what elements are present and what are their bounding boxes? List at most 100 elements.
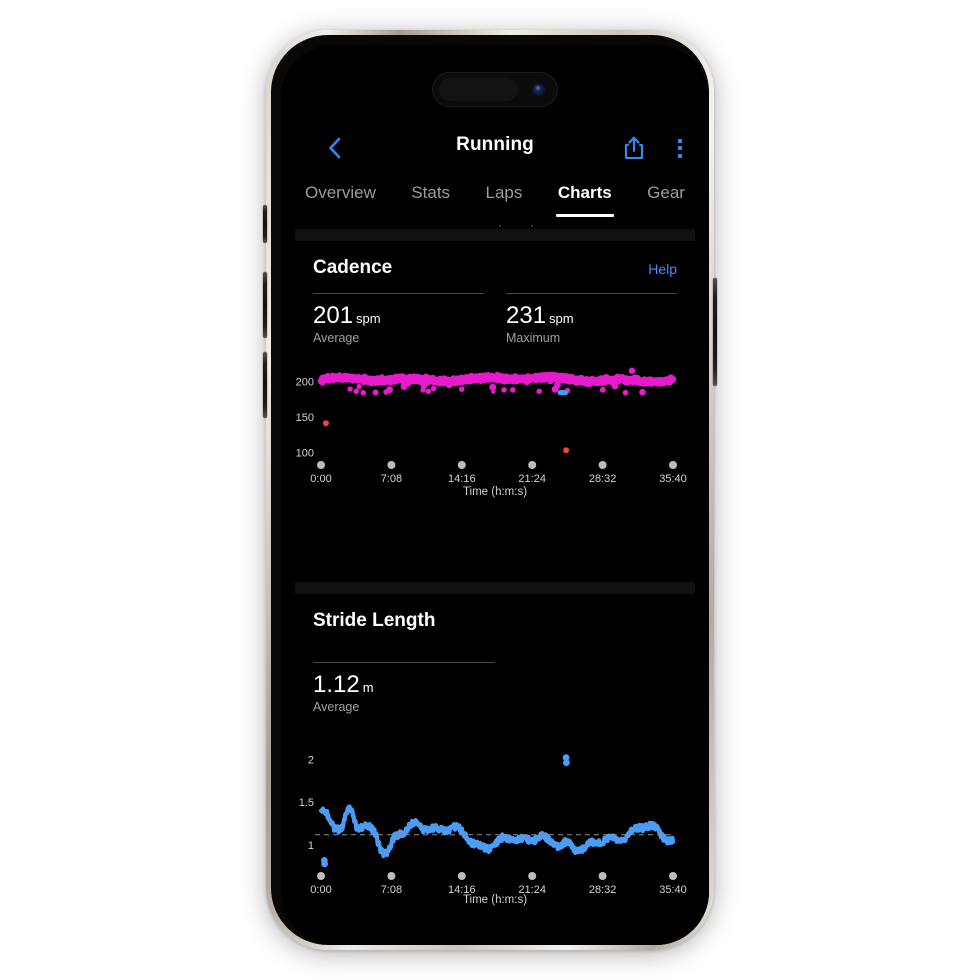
dynamic-island <box>432 72 558 107</box>
cadence-points <box>318 367 677 454</box>
y-axis-tick-label: 100 <box>296 448 314 460</box>
data-point-outlier <box>430 385 437 392</box>
y-axis-tick-label: 150 <box>296 412 314 424</box>
more-dot <box>678 146 682 150</box>
cadence-stats: 201 spm Average 231 spm Maximum <box>281 293 709 345</box>
tab-overview[interactable]: Overview <box>303 178 378 203</box>
data-point <box>356 384 362 390</box>
cadence-help-link[interactable]: Help <box>648 261 677 277</box>
x-axis-tick <box>387 461 396 470</box>
stride-length-x-axis-title: Time (h:m:s) <box>462 894 528 907</box>
data-point-outlier <box>501 387 507 393</box>
x-axis-tick <box>387 872 396 881</box>
stride-length-chart[interactable]: 2 1.5 1 0:00 7:08 14:16 21:24 28:32 35:40 Time (… <box>281 728 709 918</box>
action-button[interactable] <box>263 205 267 243</box>
section-stride-length: Stride Length 1.12 m Average 2 1.5 1 0:00 7:0… <box>281 598 709 918</box>
x-axis-tick <box>528 461 537 470</box>
tab-stats[interactable]: Stats <box>409 178 452 203</box>
tab-laps[interactable]: Laps <box>484 178 525 203</box>
cadence-average-label: Average <box>313 331 360 346</box>
share-button[interactable] <box>621 134 647 162</box>
y-axis-tick-label: 2 <box>308 754 314 766</box>
scroll-dot <box>499 225 501 227</box>
navigation-bar: Running <box>281 126 709 172</box>
screenshot-canvas: Running Overview Stats Laps Charts Gear … <box>0 0 980 980</box>
x-axis-tick <box>457 461 466 470</box>
data-point <box>670 376 676 383</box>
stride-length-title: Stride Length <box>313 610 436 631</box>
data-point-outlier <box>383 389 389 395</box>
data-point-outlier <box>563 759 570 767</box>
more-dot <box>678 153 682 158</box>
data-point-outlier <box>425 388 432 395</box>
x-axis-tick-label: 0:00 <box>310 473 331 485</box>
phone-frame: Running Overview Stats Laps Charts Gear … <box>263 30 717 950</box>
cadence-maximum-stat: 231 spm Maximum <box>506 293 677 345</box>
cadence-header: Cadence Help <box>281 245 709 293</box>
front-camera-icon <box>532 82 546 97</box>
x-axis-tick <box>669 461 677 470</box>
data-point-outlier <box>321 860 328 868</box>
y-axis-tick-label: 200 <box>296 377 314 389</box>
data-point-outlier <box>372 390 379 396</box>
data-point-outlier-high <box>628 367 636 375</box>
stride-length-trace <box>318 804 676 859</box>
more-options-button[interactable] <box>669 134 691 162</box>
data-point-blue-outlier <box>562 390 568 396</box>
stride-length-chart-svg: 21.510:00 7:08 14:16 21:24 28:32 35:40 <box>299 754 687 896</box>
cadence-x-axis-title: Time (h:m:s) <box>462 486 528 499</box>
section-divider-mid <box>295 582 695 594</box>
section-cadence: Cadence Help 201 spm Average 231 spm Maxim… <box>281 245 709 510</box>
cadence-maximum-value: 231 spm <box>506 302 574 329</box>
data-point-outlier <box>599 387 606 393</box>
scroll-dot <box>531 225 533 227</box>
data-point-outlier <box>360 390 366 396</box>
x-axis-tick <box>669 872 677 881</box>
fitness-app: Running Overview Stats Laps Charts Gear … <box>281 45 709 945</box>
x-axis-tick <box>528 872 537 881</box>
phone-screen: Running Overview Stats Laps Charts Gear … <box>281 45 709 945</box>
x-axis-tick <box>457 872 466 881</box>
stride-length-average-stat: 1.12 m Average <box>313 662 495 714</box>
data-point-red-outlier <box>563 447 570 454</box>
x-axis-tick <box>598 461 607 470</box>
stride-length-header: Stride Length <box>281 598 709 646</box>
data-point-red-outlier <box>322 420 329 427</box>
data-point-outlier <box>353 388 359 395</box>
x-axis-tick-label: 7:08 <box>381 473 402 485</box>
island-pill <box>439 78 518 101</box>
stride-length-average-label: Average <box>313 700 360 715</box>
data-point-outlier <box>622 390 629 396</box>
phone-bezel: Running Overview Stats Laps Charts Gear … <box>271 35 709 945</box>
x-axis-tick-label: 28:32 <box>589 473 617 485</box>
x-axis-tick <box>317 872 325 881</box>
data-point <box>347 386 353 392</box>
data-point-outlier <box>536 388 542 395</box>
data-point <box>639 389 646 396</box>
share-icon <box>624 136 644 160</box>
x-axis-tick-label: 35:40 <box>659 473 687 485</box>
cadence-maximum-label: Maximum <box>506 331 561 346</box>
y-axis-tick-label: 1.5 <box>299 797 314 809</box>
data-point-outlier <box>459 386 465 393</box>
cadence-chart[interactable]: 200 150 100 0:00 7:08 14:16 21:24 28:32 35:40 Ti… <box>281 345 709 510</box>
stride-length-average-value: 1.12 m <box>313 671 374 698</box>
y-axis-tick-label: 1 <box>308 840 314 852</box>
x-axis-tick <box>598 872 607 881</box>
more-dot <box>678 138 682 143</box>
x-axis-tick-label: 14:16 <box>448 473 476 485</box>
stride-length-stats: 1.12 m Average <box>281 662 709 714</box>
cadence-title: Cadence <box>313 257 393 278</box>
x-axis-tick-label: 21:24 <box>518 473 546 485</box>
tab-charts[interactable]: Charts <box>556 178 614 203</box>
volume-up-button[interactable] <box>263 272 267 338</box>
tab-gear[interactable]: Gear <box>645 178 687 203</box>
section-divider-top <box>295 229 695 241</box>
volume-down-button[interactable] <box>263 352 267 418</box>
data-point <box>491 389 496 394</box>
cadence-average-value: 201 spm <box>313 302 381 329</box>
data-point-outlier <box>420 387 426 393</box>
data-point-outlier <box>510 387 516 393</box>
power-button[interactable] <box>713 278 717 386</box>
x-axis-tick <box>317 461 325 470</box>
